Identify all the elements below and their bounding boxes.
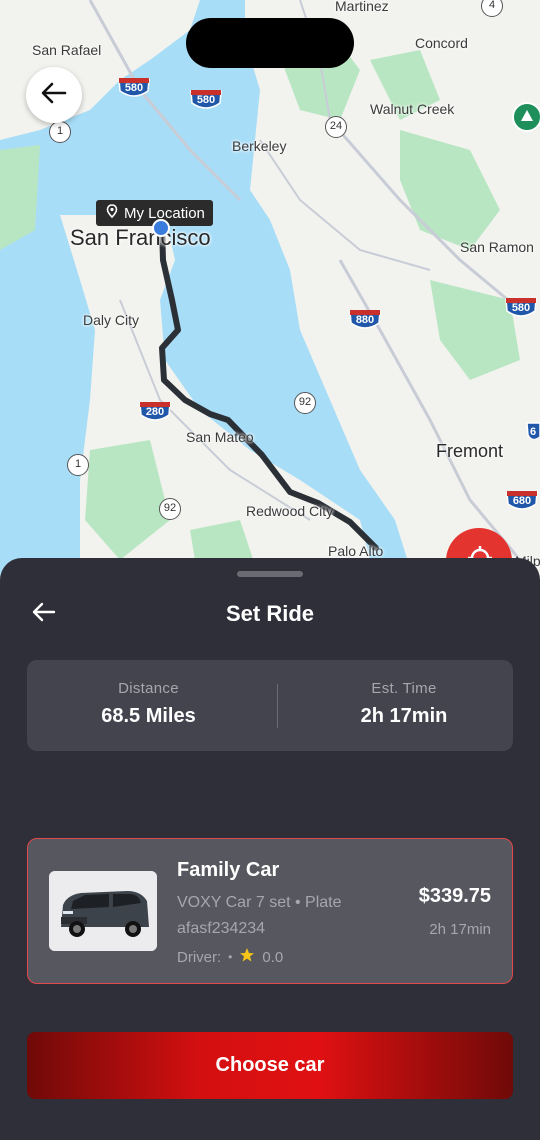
map-back-button[interactable] [26,67,82,123]
place-label: Walnut Creek [370,101,455,117]
car-description: VOXY Car 7 set • Plate afasf234234 [177,894,342,937]
location-pin-icon [106,204,118,222]
place-label: San Rafael [32,42,102,58]
driver-label: Driver: [177,948,222,966]
ride-bottom-sheet: Set Ride Distance 68.5 Miles Est. Time 2… [0,558,540,1140]
sheet-drag-handle[interactable] [237,571,303,577]
star-icon [239,947,255,967]
place-label: Fremont [436,441,504,461]
driver-separator: • [228,950,233,964]
driver-rating: 0.0 [262,948,284,966]
place-label: Redwood City [246,503,334,519]
interstate-shield: 580 [118,77,150,99]
place-label-san-francisco: San Francisco [70,225,211,250]
route-marker: 24 [325,116,347,138]
route-marker: 1 [67,454,89,476]
car-price: $339.75 [418,885,491,907]
interstate-shield: 880 [349,309,381,331]
car-image [49,871,157,951]
place-label: San Ramon [460,239,534,255]
interstate-shield: 280 [139,401,171,423]
current-location-marker [152,219,170,237]
stats-divider [277,684,278,728]
choose-car-button[interactable]: Choose car [27,1032,513,1099]
car-duration: 2h 17min [429,921,491,938]
time-stat: Est. Time 2h 17min [284,660,524,751]
place-label: Daly City [83,312,140,328]
park-pin-icon[interactable] [512,102,540,132]
page-title: Set Ride [225,601,315,626]
interstate-shield: 580 [190,89,222,111]
place-label: Martinez [335,0,389,14]
route-marker: 92 [159,498,181,520]
route-marker: 92 [294,392,316,414]
place-label: San Mateo [186,429,254,445]
distance-stat: Distance 68.5 Miles [27,660,270,751]
time-label: Est. Time [371,680,437,697]
car-name: Family Car [177,859,280,881]
camera-notch [186,18,354,68]
distance-label: Distance [118,680,179,697]
place-label: Concord [415,35,468,51]
place-label: Palo Alto [328,543,384,559]
distance-value: 68.5 Miles [101,705,196,727]
route-marker: 1 [49,121,71,143]
interstate-shield: 580 [505,297,537,319]
place-label: Berkeley [232,138,287,154]
arrow-left-icon [41,82,67,109]
time-value: 2h 17min [360,705,448,727]
interstate-shield: 680 [506,490,538,512]
trip-stats-card: Distance 68.5 Miles Est. Time 2h 17min [27,660,513,751]
interstate-shield: 6 [526,421,540,443]
driver-info: Driver: • 0.0 [177,947,283,967]
car-option-card[interactable]: Family Car VOXY Car 7 set • Plate afasf2… [27,838,513,984]
map-view[interactable]: San Rafael Martinez Concord Walnut Creek… [0,0,540,600]
